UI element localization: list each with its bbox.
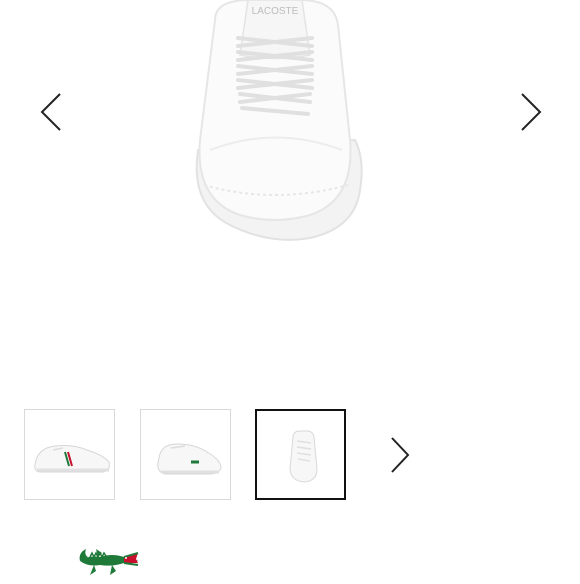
main-product-image: LACOSTE [0,0,580,385]
sneaker-front-thumbnail [289,430,318,483]
next-image-button[interactable] [516,90,546,134]
chevron-right-icon [391,437,410,473]
chevron-right-icon [521,93,542,131]
chevron-left-icon [40,93,61,131]
sneaker-side-thumbnail [34,445,110,473]
thumbnails-next-button[interactable] [386,434,414,476]
thumbnail-front-view[interactable] [255,409,346,500]
sneaker-front-view-image: LACOSTE [195,0,363,241]
thumbnail-angle-view[interactable] [140,409,231,500]
thumbnail-strip [24,409,424,501]
thumbnail-side-view[interactable] [24,409,115,500]
crocodile-logo-icon [78,543,140,579]
sneaker-angle-thumbnail [157,443,222,475]
prev-image-button[interactable] [36,90,66,134]
tongue-brand-text: LACOSTE [252,6,299,17]
